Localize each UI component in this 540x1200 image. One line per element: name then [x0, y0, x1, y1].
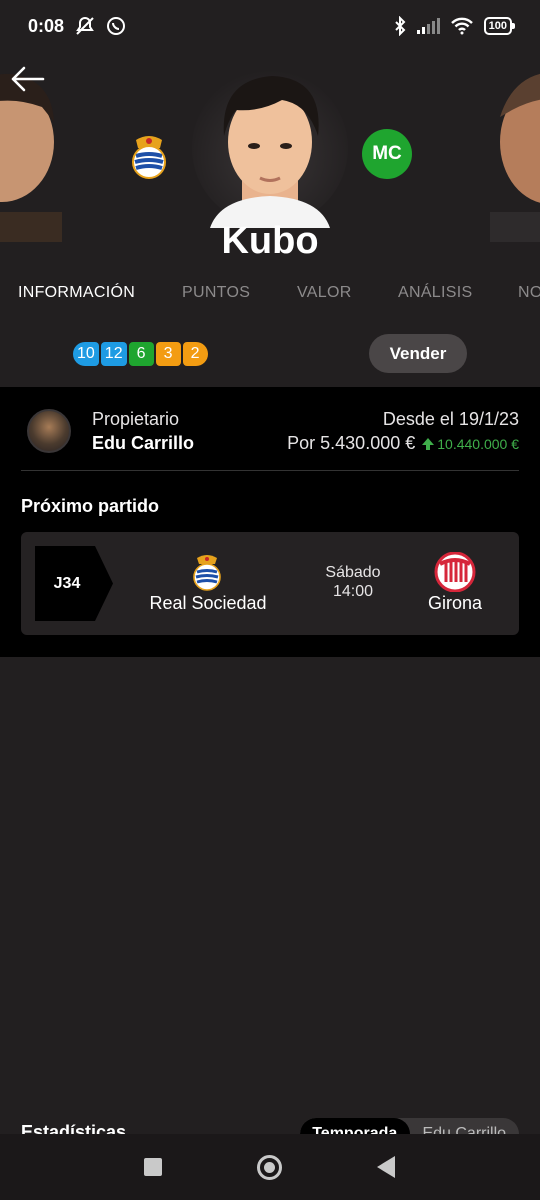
player-header: MC Kubo: [0, 52, 540, 270]
next-player-photo[interactable]: [490, 62, 540, 242]
points-chip: 3: [155, 342, 181, 366]
away-team-name: Girona: [427, 593, 483, 613]
sell-button[interactable]: Vender: [369, 334, 467, 373]
points-chip: 2: [182, 342, 208, 366]
position-badge: MC: [362, 129, 412, 179]
home-button[interactable]: [257, 1155, 282, 1180]
recent-points: 10 12 6 3 2: [73, 342, 208, 366]
info-panel: Propietario Edu Carrillo Desde el 19/1/2…: [0, 387, 540, 657]
arrow-left-icon: [11, 66, 45, 92]
next-match-title: Próximo partido: [21, 496, 160, 516]
owner-avatar[interactable]: [27, 409, 71, 453]
points-chip: 6: [128, 342, 154, 366]
divider: [21, 470, 519, 471]
tab-puntos[interactable]: PUNTOS: [182, 284, 250, 302]
girona-crest-icon: [434, 552, 476, 592]
tab-informacion[interactable]: INFORMACIÓN: [18, 284, 135, 302]
battery-icon: 100: [483, 17, 516, 35]
clock: 0:08: [28, 15, 65, 36]
real-sociedad-crest-icon: [132, 136, 166, 179]
home-team-name: Real Sociedad: [149, 593, 267, 613]
player-name: Kubo: [221, 220, 319, 262]
tab-bar: INFORMACIÓN PUNTOS VALOR ANÁLISIS NO: [0, 270, 540, 316]
owner-label: Propietario: [92, 409, 180, 429]
round-label: J34: [53, 574, 81, 592]
back-triangle-button[interactable]: [377, 1156, 395, 1178]
match-time: 14:00: [332, 583, 374, 600]
purchase-price: Por 5.430.000 €: [287, 433, 416, 453]
recent-apps-button[interactable]: [144, 1158, 162, 1176]
next-match-card[interactable]: J34 Real Sociedad Sábado 14:00 Girona: [21, 532, 519, 635]
signal-icon: [416, 18, 440, 34]
tab-analisis[interactable]: ANÁLISIS: [398, 284, 472, 302]
arrow-up-icon: [422, 437, 435, 450]
points-chip: 10: [73, 342, 99, 366]
status-bar: 0:08 100: [0, 0, 540, 52]
owned-since: Desde el 19/1/23: [382, 409, 519, 429]
system-nav-bar: [0, 1134, 540, 1200]
price-row: Por 5.430.000 € 10.440.000 €: [287, 433, 519, 454]
points-chip: 12: [100, 342, 127, 366]
back-button[interactable]: [10, 64, 46, 94]
real-sociedad-crest-icon: [193, 555, 221, 591]
value-gain: 10.440.000 €: [421, 436, 519, 452]
tab-noticias[interactable]: NO: [518, 284, 540, 302]
player-photo: [192, 70, 348, 228]
tab-valor[interactable]: VALOR: [297, 284, 352, 302]
match-day: Sábado: [325, 564, 381, 581]
bluetooth-icon: [394, 16, 406, 36]
wifi-icon: [450, 17, 473, 35]
whatsapp-icon: [107, 17, 126, 35]
gain-amount: 10.440.000 €: [437, 435, 519, 452]
mute-notifications-icon: [76, 16, 94, 35]
owner-name[interactable]: Edu Carrillo: [92, 433, 194, 454]
